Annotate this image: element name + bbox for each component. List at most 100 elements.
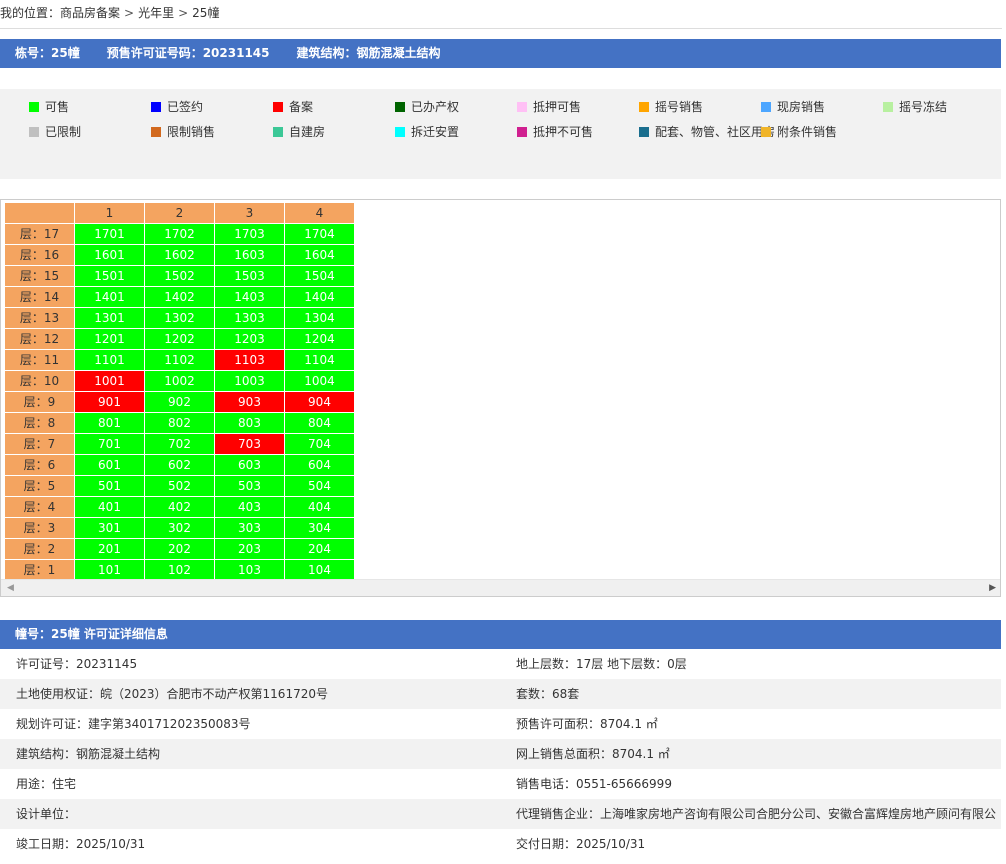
unit-cell[interactable]: 501 xyxy=(74,475,145,497)
unit-cell[interactable]: 1103 xyxy=(214,349,285,371)
detail-right-field: 套数：68套 xyxy=(516,687,580,701)
unit-cell[interactable]: 902 xyxy=(144,391,215,413)
unit-cell[interactable]: 1602 xyxy=(144,244,215,266)
grid-column-header: 2 xyxy=(144,202,215,224)
unit-cell[interactable]: 802 xyxy=(144,412,215,434)
unit-cell[interactable]: 1702 xyxy=(144,223,215,245)
unit-cell[interactable]: 904 xyxy=(284,391,355,413)
unit-cell[interactable]: 401 xyxy=(74,496,145,518)
unit-cell[interactable]: 103 xyxy=(214,559,285,581)
floor-row: 层：17 1701 1702 1703 1704 xyxy=(4,223,355,245)
grid-column-header: 3 xyxy=(214,202,285,224)
unit-cell[interactable]: 1001 xyxy=(74,370,145,392)
unit-cell[interactable]: 304 xyxy=(284,517,355,539)
unit-cell[interactable]: 602 xyxy=(144,454,215,476)
unit-cell[interactable]: 603 xyxy=(214,454,285,476)
unit-cell[interactable]: 1402 xyxy=(144,286,215,308)
detail-left-field: 设计单位： xyxy=(16,807,77,821)
unit-cell[interactable]: 1004 xyxy=(284,370,355,392)
unit-cell[interactable]: 403 xyxy=(214,496,285,518)
floor-row: 层：15 1501 1502 1503 1504 xyxy=(4,265,355,287)
legend-label: 附条件销售 xyxy=(777,125,838,139)
unit-cell[interactable]: 201 xyxy=(74,538,145,560)
unit-cell[interactable]: 203 xyxy=(214,538,285,560)
scroll-left-icon[interactable]: ◀ xyxy=(7,583,14,593)
grid-column-header: 1 xyxy=(74,202,145,224)
unit-cell[interactable]: 1104 xyxy=(284,349,355,371)
unit-cell[interactable]: 502 xyxy=(144,475,215,497)
unit-cell[interactable]: 1403 xyxy=(214,286,285,308)
unit-cell[interactable]: 604 xyxy=(284,454,355,476)
unit-cell[interactable]: 404 xyxy=(284,496,355,518)
unit-cell[interactable]: 402 xyxy=(144,496,215,518)
breadcrumb-current: 25幢 xyxy=(192,6,220,20)
scroll-right-icon[interactable]: ▶ xyxy=(989,583,996,593)
unit-cell[interactable]: 504 xyxy=(284,475,355,497)
legend-swatch xyxy=(151,102,161,112)
unit-cell[interactable]: 903 xyxy=(214,391,285,413)
unit-cell[interactable]: 704 xyxy=(284,433,355,455)
unit-cell[interactable]: 1203 xyxy=(214,328,285,350)
unit-cell[interactable]: 1604 xyxy=(284,244,355,266)
unit-cell[interactable]: 1202 xyxy=(144,328,215,350)
horizontal-scrollbar[interactable]: ◀ ▶ xyxy=(1,579,1000,596)
unit-cell[interactable]: 601 xyxy=(74,454,145,476)
unit-cell[interactable]: 1304 xyxy=(284,307,355,329)
floor-label: 层：15 xyxy=(4,265,75,287)
unit-cell[interactable]: 301 xyxy=(74,517,145,539)
floor-row: 层：6 601 602 603 604 xyxy=(4,454,355,476)
unit-cell[interactable]: 1102 xyxy=(144,349,215,371)
unit-cell[interactable]: 1503 xyxy=(214,265,285,287)
grid-corner-cell xyxy=(4,202,75,224)
unit-cell[interactable]: 1501 xyxy=(74,265,145,287)
legend-swatch xyxy=(273,127,283,137)
detail-right-field: 代理销售企业：上海唯家房地产咨询有限公司合肥分公司、安徽合富辉煌房地产顾问有限公 xyxy=(516,807,996,821)
unit-cell[interactable]: 204 xyxy=(284,538,355,560)
unit-cell[interactable]: 702 xyxy=(144,433,215,455)
unit-cell[interactable]: 202 xyxy=(144,538,215,560)
unit-cell[interactable]: 1601 xyxy=(74,244,145,266)
unit-cell[interactable]: 1401 xyxy=(74,286,145,308)
unit-cell[interactable]: 1404 xyxy=(284,286,355,308)
legend-label: 限制销售 xyxy=(167,125,216,139)
unit-cell[interactable]: 1703 xyxy=(214,223,285,245)
unit-cell[interactable]: 1303 xyxy=(214,307,285,329)
unit-cell[interactable]: 102 xyxy=(144,559,215,581)
floor-label: 层：14 xyxy=(4,286,75,308)
unit-cell[interactable]: 701 xyxy=(74,433,145,455)
unit-cell[interactable]: 104 xyxy=(284,559,355,581)
detail-left-field: 土地使用权证：皖（2023）合肥市不动产权第1161720号 xyxy=(16,687,328,701)
unit-cell[interactable]: 1302 xyxy=(144,307,215,329)
detail-right-field: 交付日期：2025/10/31 xyxy=(516,837,646,851)
unit-cell[interactable]: 703 xyxy=(214,433,285,455)
floor-label: 层：10 xyxy=(4,370,75,392)
unit-cell[interactable]: 804 xyxy=(284,412,355,434)
unit-cell[interactable]: 1603 xyxy=(214,244,285,266)
unit-cell[interactable]: 1204 xyxy=(284,328,355,350)
unit-cell[interactable]: 1301 xyxy=(74,307,145,329)
unit-cell[interactable]: 1704 xyxy=(284,223,355,245)
unit-cell[interactable]: 1002 xyxy=(144,370,215,392)
unit-cell[interactable]: 1701 xyxy=(74,223,145,245)
unit-cell[interactable]: 1502 xyxy=(144,265,215,287)
unit-grid-panel: 1 2 3 4 层：17 1701 1702 1703 1704 层：16 1601 1602 1603… xyxy=(0,199,1001,597)
unit-cell[interactable]: 1101 xyxy=(74,349,145,371)
unit-cell[interactable]: 1201 xyxy=(74,328,145,350)
breadcrumb-link-presale-records[interactable]: 商品房备案 xyxy=(60,6,120,20)
breadcrumb-link-project[interactable]: 光年里 xyxy=(138,6,174,20)
unit-cell[interactable]: 503 xyxy=(214,475,285,497)
unit-cell[interactable]: 302 xyxy=(144,517,215,539)
unit-cell[interactable]: 803 xyxy=(214,412,285,434)
unit-cell[interactable]: 1003 xyxy=(214,370,285,392)
legend-label: 已签约 xyxy=(167,100,204,114)
unit-cell[interactable]: 801 xyxy=(74,412,145,434)
unit-cell[interactable]: 101 xyxy=(74,559,145,581)
unit-cell[interactable]: 901 xyxy=(74,391,145,413)
floor-label: 层：4 xyxy=(4,496,75,518)
unit-cell[interactable]: 1504 xyxy=(284,265,355,287)
unit-cell[interactable]: 303 xyxy=(214,517,285,539)
detail-row: 许可证号：20231145 地上层数：17层 地下层数：0层 xyxy=(0,649,1001,679)
floor-label: 层：5 xyxy=(4,475,75,497)
building-structure: 建筑结构：钢筋混凝土结构 xyxy=(296,46,441,60)
floor-label: 层：17 xyxy=(4,223,75,245)
